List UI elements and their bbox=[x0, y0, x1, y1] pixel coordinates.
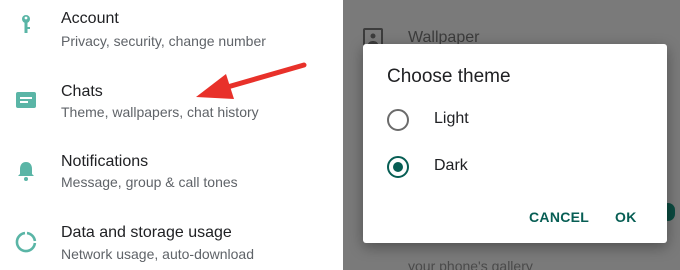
data-usage-icon bbox=[15, 231, 37, 253]
cancel-button[interactable]: CANCEL bbox=[529, 209, 589, 225]
key-icon bbox=[22, 15, 30, 33]
chat-icon bbox=[16, 92, 36, 108]
settings-item-subtitle: Network usage, auto-download bbox=[61, 246, 255, 262]
settings-item-title: Account bbox=[61, 10, 119, 27]
choose-theme-dialog: Choose theme Light Dark CANCEL OK bbox=[363, 44, 667, 243]
bell-icon bbox=[18, 162, 34, 181]
radio-unchecked-icon[interactable] bbox=[387, 109, 409, 131]
gallery-text: your phone's gallery bbox=[408, 258, 533, 270]
theme-option-light[interactable]: Light bbox=[363, 98, 667, 142]
radio-dot bbox=[393, 162, 403, 172]
settings-item-title: Data and storage usage bbox=[61, 224, 232, 241]
settings-item-subtitle: Theme, wallpapers, chat history bbox=[61, 104, 259, 120]
settings-item-subtitle: Message, group & call tones bbox=[61, 174, 238, 190]
settings-item-chats[interactable]: Chats Theme, wallpapers, chat history bbox=[0, 70, 343, 140]
theme-option-label: Dark bbox=[434, 157, 468, 174]
settings-item-title: Notifications bbox=[61, 153, 149, 170]
settings-item-notifications[interactable]: Notifications Message, group & call tone… bbox=[0, 140, 343, 210]
settings-item-data-storage[interactable]: Data and storage usage Network usage, au… bbox=[0, 210, 343, 270]
settings-list: Account Privacy, security, change number… bbox=[0, 0, 343, 270]
theme-option-label: Light bbox=[434, 110, 469, 127]
settings-item-account[interactable]: Account Privacy, security, change number bbox=[0, 0, 343, 70]
theme-option-dark[interactable]: Dark bbox=[363, 145, 667, 189]
settings-item-subtitle: Privacy, security, change number bbox=[61, 33, 266, 49]
settings-item-title: Chats bbox=[61, 83, 103, 100]
dialog-title: Choose theme bbox=[387, 66, 511, 87]
ok-button[interactable]: OK bbox=[615, 209, 637, 225]
radio-checked-icon[interactable] bbox=[387, 156, 409, 178]
